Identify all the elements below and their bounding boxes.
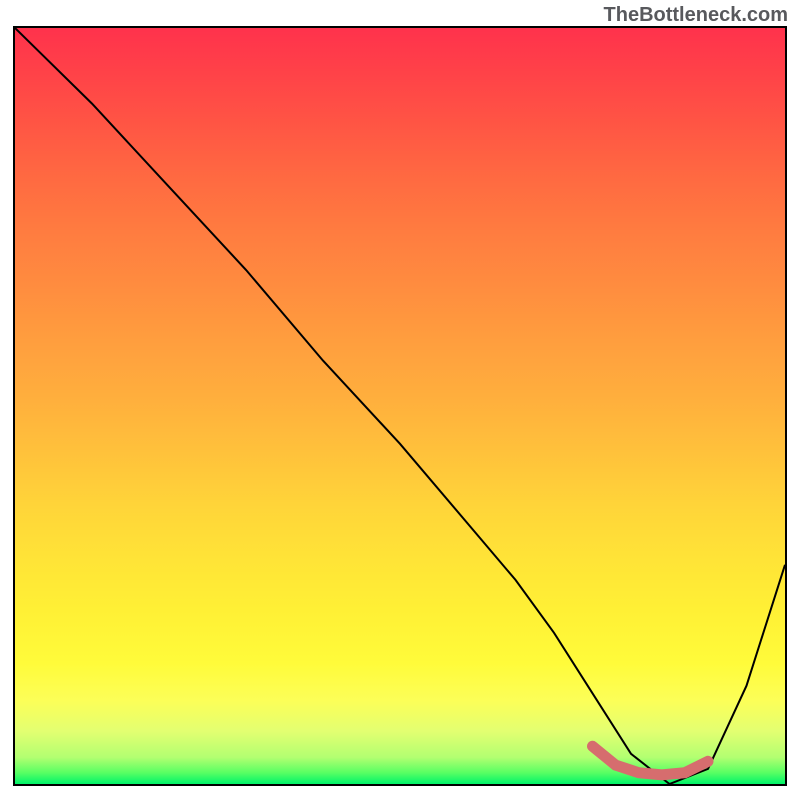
main-curve-path xyxy=(15,28,785,784)
highlight-curve-path xyxy=(593,746,709,775)
chart-svg xyxy=(15,28,785,784)
chart-area xyxy=(13,26,787,786)
watermark-text: TheBottleneck.com xyxy=(604,4,788,27)
